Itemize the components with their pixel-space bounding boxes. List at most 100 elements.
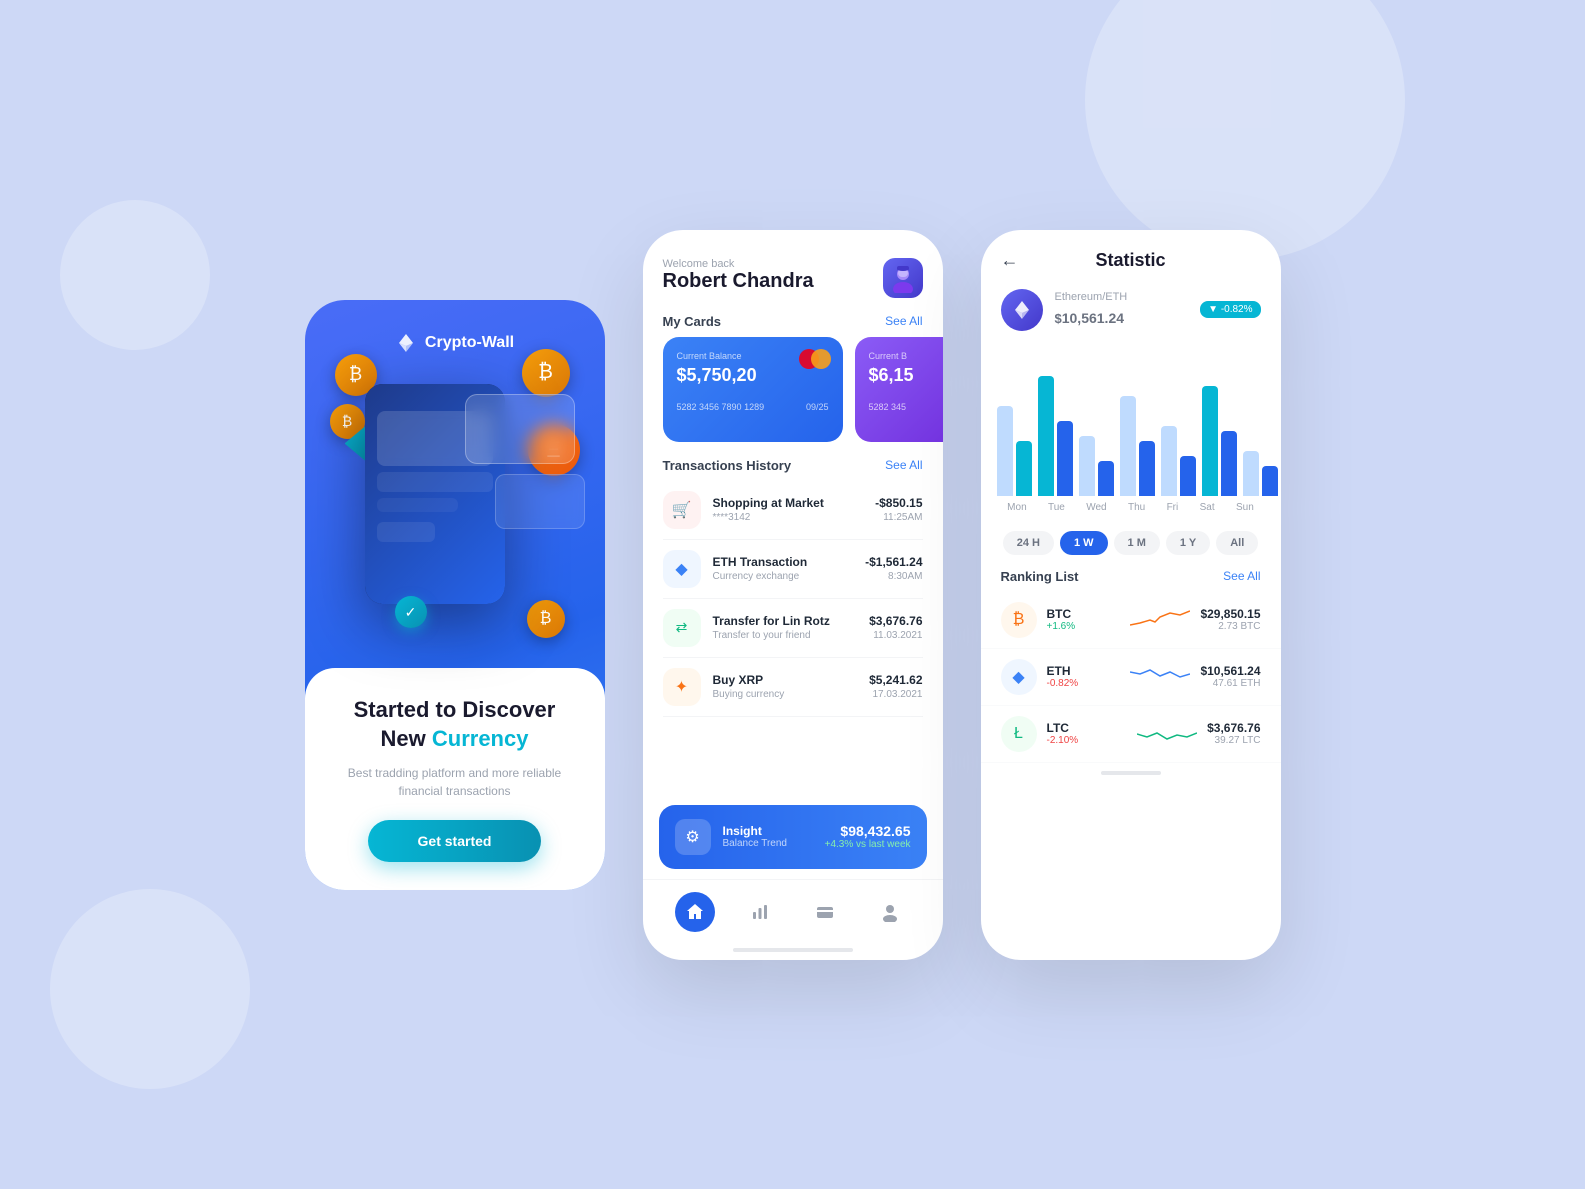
eth-icon: ◆ xyxy=(1001,659,1037,695)
insight-info: Insight Balance Trend xyxy=(723,824,813,849)
bg-decoration-3 xyxy=(60,200,210,350)
filter-1y[interactable]: 1 Y xyxy=(1166,531,1210,555)
eth-price: $10,561.24 47.61 ETH xyxy=(1200,664,1260,689)
rank-item-ltc: Ł LTC -2.10% $3,676.76 39.27 LTC xyxy=(981,706,1281,763)
insight-icon: ⚙ xyxy=(675,819,711,855)
bar-fri-light xyxy=(1161,426,1177,496)
btc-price: $29,850.15 2.73 BTC xyxy=(1200,607,1260,632)
insight-bar[interactable]: ⚙ Insight Balance Trend $98,432.65 +4.3%… xyxy=(659,805,927,869)
tx-right-1: -$850.15 11:25AM xyxy=(875,496,922,523)
bar-tue-dark xyxy=(1057,421,1073,496)
filter-1w[interactable]: 1 W xyxy=(1060,531,1108,555)
see-all-rank[interactable]: See All xyxy=(1223,569,1260,583)
bg-decoration-2 xyxy=(50,889,250,1089)
chart-bars xyxy=(997,341,1265,496)
tx-item-3: ⇄ Transfer for Lin Rotz Transfer to your… xyxy=(663,599,923,658)
insight-sub: Balance Trend xyxy=(723,838,813,849)
tx-title-3: Transfer for Lin Rotz xyxy=(713,614,858,628)
bottom-nav xyxy=(643,879,943,948)
tx-time-3: 11.03.2021 xyxy=(869,630,922,641)
back-button[interactable]: ← xyxy=(1001,250,1019,271)
insight-amount: $98,432.65 xyxy=(825,823,911,839)
bar-group-fri xyxy=(1161,426,1196,496)
label-fri: Fri xyxy=(1167,502,1179,513)
glass-card-1 xyxy=(465,394,575,464)
tx-item-4: ✦ Buy XRP Buying currency $5,241.62 17.0… xyxy=(663,658,923,717)
filter-all[interactable]: All xyxy=(1216,531,1258,555)
label-thu: Thu xyxy=(1128,502,1145,513)
insight-change: +4.3% vs last week xyxy=(825,839,911,850)
ltc-icon: Ł xyxy=(1001,716,1037,752)
screens-container: Crypto-Wall ₿ ₿ ₿ Ξ ₿ xyxy=(305,230,1281,960)
mastercard-logo xyxy=(799,349,831,369)
dashboard-header: Welcome back Robert Chandra xyxy=(643,258,943,298)
coin-row: Ethereum/ETH $10,561.24 ▼ -0.82% xyxy=(981,281,1281,331)
tx-right-4: $5,241.62 17.03.2021 xyxy=(869,673,922,700)
tx-info-1: Shopping at Market ****3142 xyxy=(713,496,864,523)
tx-right-2: -$1,561.24 8:30AM xyxy=(865,555,922,582)
main-headline: Started to Discover New Currency xyxy=(354,696,556,753)
bar-sat-dark xyxy=(1221,431,1237,496)
get-started-button[interactable]: Get started xyxy=(368,820,542,862)
card-number-2: 5282 345 xyxy=(869,402,943,412)
transaction-list: 🛒 Shopping at Market ****3142 -$850.15 1… xyxy=(643,481,943,795)
tx-icon-xrp: ✦ xyxy=(663,668,701,706)
screen1-header: Crypto-Wall xyxy=(395,332,514,354)
rank-item-eth: ◆ ETH -0.82% $10,561.24 47.61 ETH xyxy=(981,649,1281,706)
bar-sun-light xyxy=(1243,451,1259,496)
tx-sub-3: Transfer to your friend xyxy=(713,630,858,641)
eth-name: ETH xyxy=(1047,664,1121,678)
user-name: Robert Chandra xyxy=(663,270,814,293)
bar-group-sat xyxy=(1202,386,1237,496)
see-all-tx[interactable]: See All xyxy=(885,458,922,472)
logo-icon xyxy=(395,332,417,354)
label-wed: Wed xyxy=(1086,502,1106,513)
bar-sat-light xyxy=(1202,386,1218,496)
bar-thu-dark xyxy=(1139,441,1155,496)
tx-amount-3: $3,676.76 xyxy=(869,614,922,628)
card-1[interactable]: Current Balance $5,750,20 5282 3456 7890… xyxy=(663,337,843,442)
eth-sparkline xyxy=(1130,662,1190,692)
tx-amount-1: -$850.15 xyxy=(875,496,922,510)
stat-title: Statistic xyxy=(1095,250,1165,271)
bar-mon-dark xyxy=(1016,441,1032,496)
check-badge: ✓ xyxy=(395,596,427,628)
btc-sparkline xyxy=(1130,605,1190,635)
ltc-change: -2.10% xyxy=(1047,735,1128,746)
nav-user[interactable] xyxy=(870,892,910,932)
card-balance-2: $6,15 xyxy=(869,365,943,386)
tx-icon-transfer: ⇄ xyxy=(663,609,701,647)
coin-price: $10,561.24 xyxy=(1055,303,1128,329)
coin-info: Ethereum/ETH $10,561.24 xyxy=(1055,291,1128,329)
filter-24h[interactable]: 24 H xyxy=(1003,531,1054,555)
tx-sub-1: ****3142 xyxy=(713,512,864,523)
rank-item-btc: ₿ BTC +1.6% $29,850.15 2.73 BTC xyxy=(981,592,1281,649)
bar-mon-light xyxy=(997,406,1013,496)
bar-group-sun xyxy=(1243,451,1278,496)
bar-group-thu xyxy=(1120,396,1155,496)
card-2[interactable]: Current B $6,15 5282 345 xyxy=(855,337,943,442)
btc-change: +1.6% xyxy=(1047,621,1121,632)
nav-home[interactable] xyxy=(675,892,715,932)
tx-sub-2: Currency exchange xyxy=(713,571,854,582)
eth-info: ETH -0.82% xyxy=(1047,664,1121,689)
ranking-label: Ranking List xyxy=(1001,569,1079,584)
nav-chart[interactable] xyxy=(740,892,780,932)
ltc-info: LTC -2.10% xyxy=(1047,721,1128,746)
tx-amount-2: -$1,561.24 xyxy=(865,555,922,569)
see-all-cards[interactable]: See All xyxy=(885,314,922,328)
tx-amount-4: $5,241.62 xyxy=(869,673,922,687)
eth-usd: $10,561.24 xyxy=(1200,664,1260,678)
tx-section-header: Transactions History See All xyxy=(643,442,943,481)
filter-1m[interactable]: 1 M xyxy=(1114,531,1160,555)
ltc-sparkline xyxy=(1137,719,1197,749)
ltc-usd: $3,676.76 xyxy=(1207,721,1260,735)
app-name: Crypto-Wall xyxy=(425,334,514,352)
btc-info: BTC +1.6% xyxy=(1047,607,1121,632)
tx-title-2: ETH Transaction xyxy=(713,555,854,569)
coin-name: Ethereum/ETH xyxy=(1055,291,1128,303)
tx-label: Transactions History xyxy=(663,458,792,473)
nav-card[interactable] xyxy=(805,892,845,932)
screen-onboarding: Crypto-Wall ₿ ₿ ₿ Ξ ₿ xyxy=(305,300,605,890)
ranking-header: Ranking List See All xyxy=(981,565,1281,592)
